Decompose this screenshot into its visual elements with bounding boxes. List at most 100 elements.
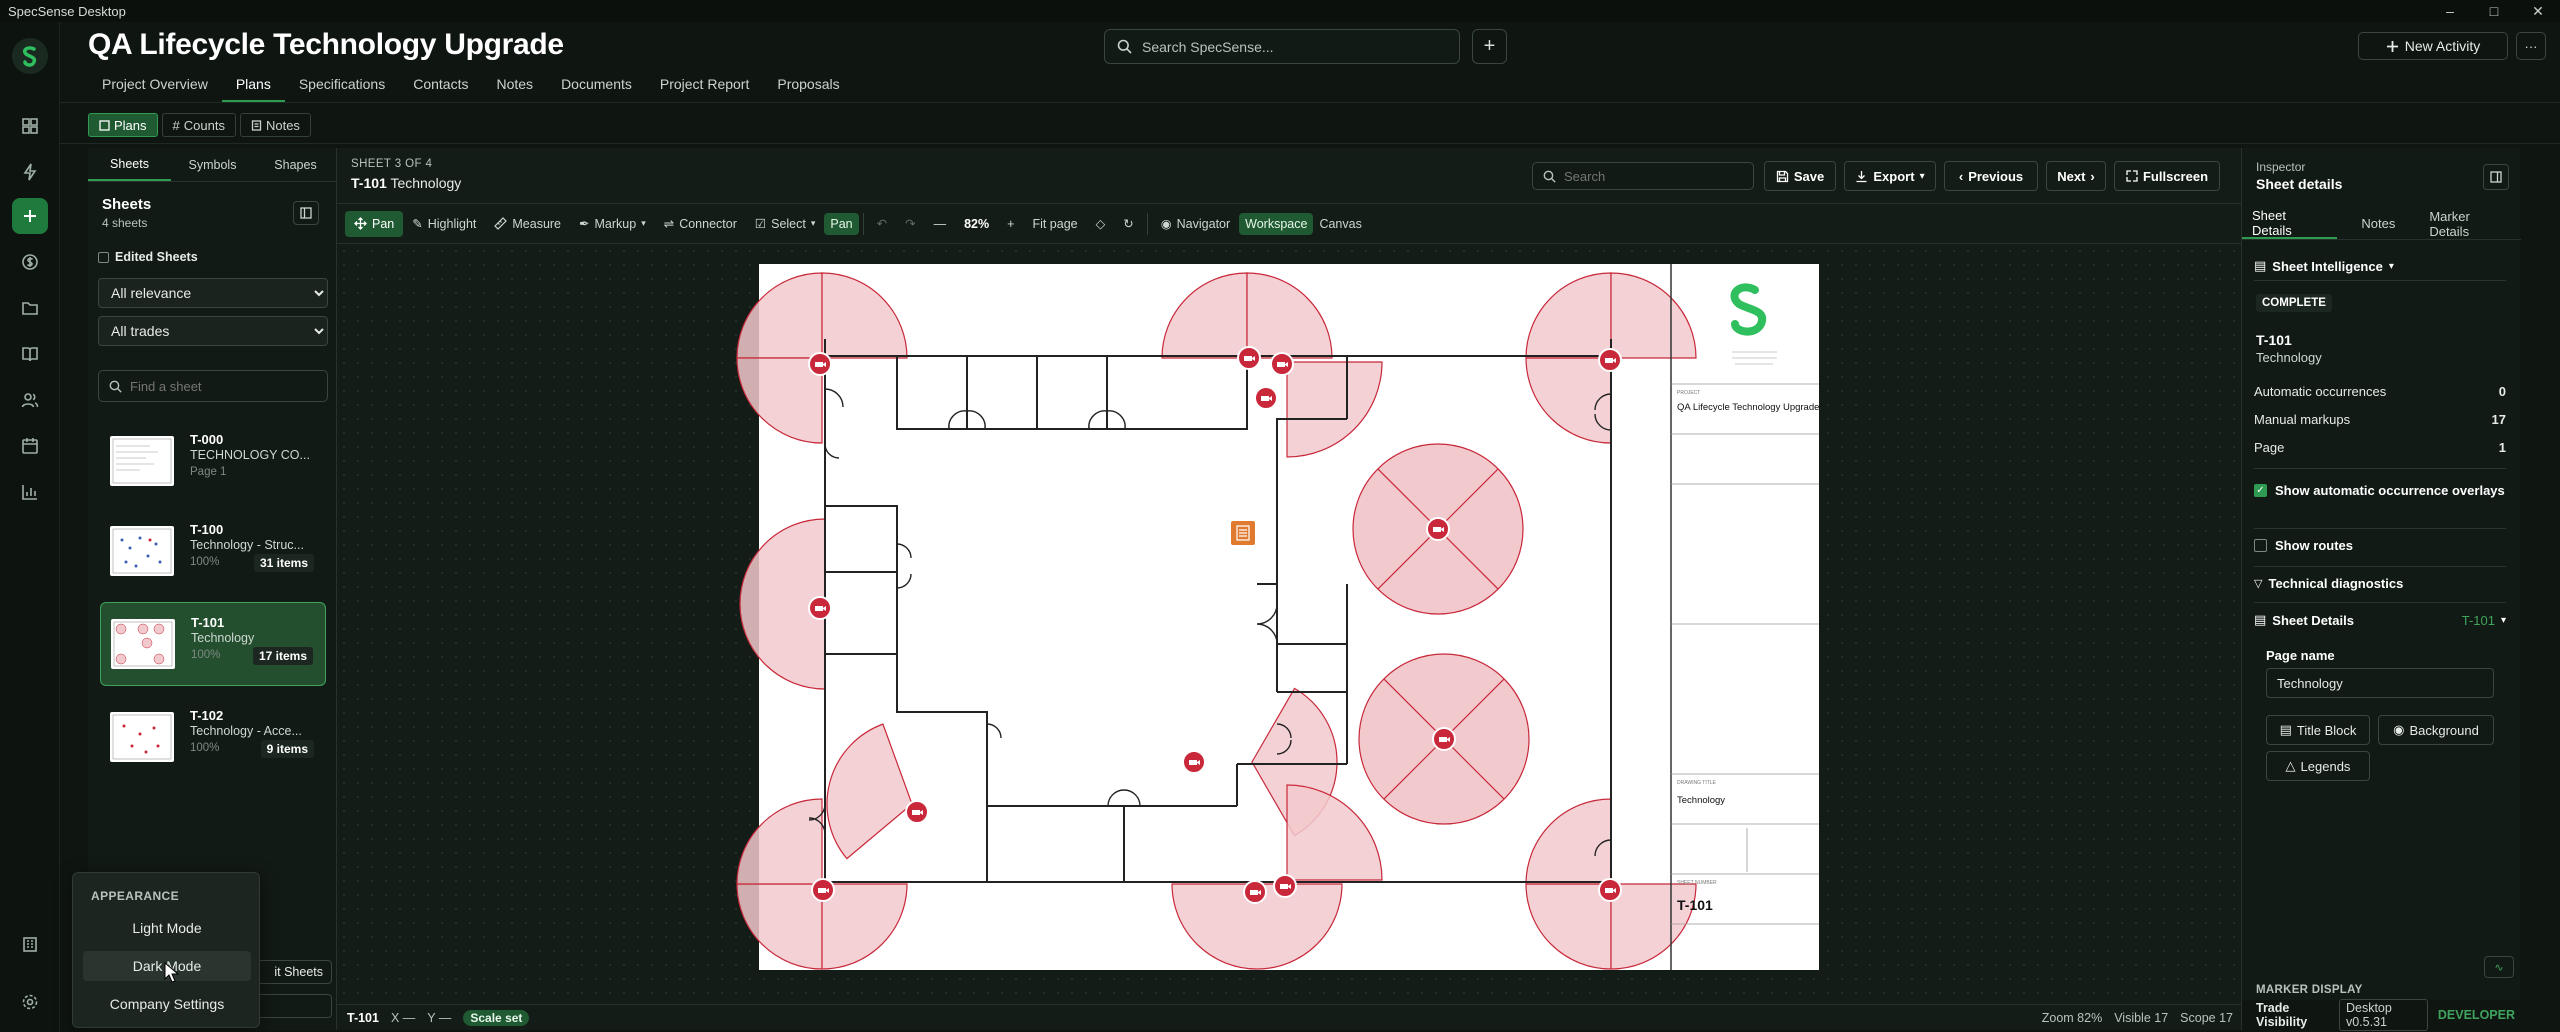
sheet-item-t-102[interactable]: T-102 Technology - Acce... 100% 9 items [100,696,326,780]
camera-marker[interactable] [1182,750,1206,774]
collapse-panel-button[interactable] [293,201,319,225]
activity-graph-icon[interactable]: ∿ [2484,956,2514,978]
tab-notes[interactable]: Notes [482,70,547,102]
camera-marker[interactable] [1237,346,1261,370]
add-button[interactable]: + [1472,29,1507,64]
reports-icon[interactable] [12,474,48,510]
select-tool[interactable]: ☑ Select ▾ [746,211,825,237]
camera-marker[interactable] [808,596,832,620]
fit-page-button[interactable]: Fit page [1023,211,1086,237]
save-button[interactable]: Save [1764,161,1836,191]
previous-sheet-button[interactable]: ‹ Previous [1944,161,2038,191]
tab-plans[interactable]: Plans [221,70,285,102]
measure-tool[interactable]: Measure [485,211,570,237]
tab-sheets[interactable]: Sheets [88,148,171,181]
checked-checkbox-icon[interactable]: ✓ [2254,484,2267,497]
zoom-out-button[interactable]: — [925,211,956,237]
collapse-inspector-button[interactable] [2483,164,2509,190]
device-marker[interactable] [1229,519,1257,547]
redo-button[interactable]: ↷ [896,211,924,237]
company-icon[interactable] [12,926,48,962]
highlight-tool[interactable]: ✎ Highlight [403,211,485,237]
camera-marker[interactable] [1273,874,1297,898]
new-activity-button[interactable]: New Activity [2358,32,2508,60]
show-auto-overlays-toggle[interactable]: ✓ Show automatic occurrence overlays [2254,482,2506,499]
maximize-button[interactable]: □ [2472,0,2516,22]
coverage-cone[interactable] [736,272,823,359]
tab-project-overview[interactable]: Project Overview [88,70,222,102]
dashboard-icon[interactable] [12,108,48,144]
tab-project-report[interactable]: Project Report [646,70,763,102]
undo-button[interactable]: ↶ [868,211,896,237]
sheet-item-t-000[interactable]: T-000 TECHNOLOGY CO... Page 1 [100,420,326,504]
camera-marker[interactable] [1243,880,1267,904]
routes-checkbox[interactable] [2254,539,2267,552]
export-button[interactable]: Export ▾ [1844,161,1936,191]
find-sheet-input[interactable] [130,378,320,394]
global-search-input[interactable] [1142,38,1442,55]
zoom-in-button[interactable]: + [998,211,1023,237]
find-sheet-field[interactable] [98,370,328,402]
navigator-toggle[interactable]: ◉ Navigator [1152,211,1239,237]
tab-shapes[interactable]: Shapes [254,148,337,181]
workspace-toggle[interactable]: Workspace [1239,212,1314,235]
connector-tool[interactable]: ⇌ Connector [655,211,746,237]
camera-marker[interactable] [808,352,832,376]
floor-plan[interactable]: PROJECT QA Lifecycle Technology Upgrade … [337,244,2241,1004]
tab-specifications[interactable]: Specifications [285,70,399,102]
drawing-canvas[interactable]: PROJECT QA Lifecycle Technology Upgrade … [337,244,2241,1004]
tab-symbols[interactable]: Symbols [171,148,254,181]
tab-marker-details[interactable]: Marker Details [2419,208,2521,239]
fullscreen-button[interactable]: Fullscreen [2114,161,2220,191]
camera-marker[interactable] [811,878,835,902]
activity-icon[interactable] [12,154,48,190]
camera-marker[interactable] [1598,878,1622,902]
tab-documents[interactable]: Documents [547,70,646,102]
sheet-item-t-101[interactable]: T-101 Technology 100% 17 items [100,602,326,686]
panel-action-button[interactable] [256,994,332,1018]
folder-icon[interactable] [12,290,48,326]
background-button[interactable]: ◉ Background [2378,715,2494,745]
sheet-details-toggle[interactable]: ▤ Sheet Details T-101 ▾ [2254,612,2506,628]
trade-visibility-label[interactable]: Trade Visibility [2256,1001,2329,1029]
light-mode-option[interactable]: Light Mode [83,913,251,943]
relevance-select[interactable]: All relevance [98,278,328,308]
camera-marker[interactable] [1598,348,1622,372]
page-name-field[interactable]: Technology [2266,668,2494,698]
tab-sheet-details[interactable]: Sheet Details [2242,208,2338,239]
tab-proposals[interactable]: Proposals [763,70,853,102]
camera-marker[interactable] [905,800,929,824]
show-routes-toggle[interactable]: Show routes [2254,538,2353,553]
markup-tool[interactable]: ✒ Markup ▾ [570,211,655,237]
camera-marker[interactable] [1426,517,1450,541]
fit-width-button[interactable]: ◇ [1087,211,1115,237]
calendar-icon[interactable] [12,428,48,464]
subtab-plans[interactable]: Plans [88,113,158,137]
global-search[interactable] [1104,29,1460,64]
title-block-button[interactable]: ▤ Title Block [2266,715,2370,745]
tab-contacts[interactable]: Contacts [399,70,482,102]
more-menu-button[interactable]: ··· [2516,32,2546,60]
sheet-search-input[interactable] [1564,168,1744,184]
reset-view-button[interactable]: ↻ [1114,211,1142,237]
sheet-item-t-100[interactable]: T-100 Technology - Struc... 100% 31 item… [100,510,326,594]
edited-sheets-filter[interactable]: Edited Sheets [98,250,198,264]
edited-sheets-checkbox[interactable] [98,251,109,263]
scale-badge[interactable]: Scale set [463,1009,530,1026]
tab-notes-inspector[interactable]: Notes [2351,208,2405,239]
minimize-button[interactable]: – [2428,0,2472,22]
sheet-search[interactable] [1532,162,1754,190]
app-logo-icon[interactable] [12,38,48,74]
next-sheet-button[interactable]: Next › [2046,161,2106,191]
subtab-counts[interactable]: # Counts [161,113,236,137]
camera-marker[interactable] [1254,386,1278,410]
subtab-notes[interactable]: Notes [239,113,311,137]
finance-icon[interactable] [12,244,48,280]
edit-sheets-button[interactable]: it Sheets [256,960,332,984]
book-icon[interactable] [12,336,48,372]
camera-marker[interactable] [1270,352,1294,376]
legends-button[interactable]: △ Legends [2266,751,2370,781]
settings-icon[interactable] [12,984,48,1020]
camera-marker[interactable] [1432,727,1456,751]
new-project-icon[interactable] [12,198,48,234]
